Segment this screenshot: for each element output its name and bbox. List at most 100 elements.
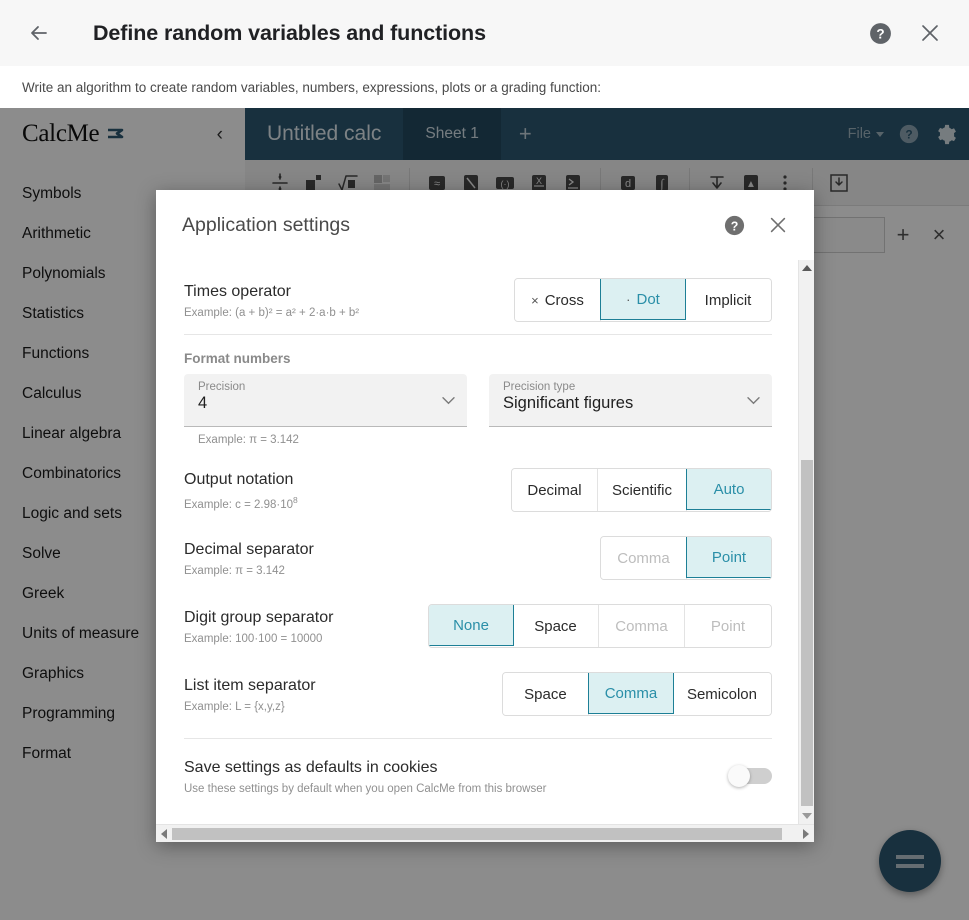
digit-group-separator-option-none[interactable]: None [429,605,514,646]
example-text: Example: c = 2.98·10 [184,498,293,511]
decimal-separator-option-point[interactable]: Point [686,537,771,578]
help-circle-icon[interactable]: ? [722,213,746,237]
back-arrow-icon[interactable] [22,16,56,50]
setting-label: Output notation [184,471,294,489]
option-label: Implicit [704,291,752,309]
option-label: Dot [636,290,660,308]
sidebar-item-label: Format [22,745,72,762]
sidebar-item-label: Programming [22,705,116,722]
option-label: Scientific [611,481,672,499]
output-notation-option-auto[interactable]: Auto [686,469,771,510]
scroll-left-arrow-icon[interactable] [156,828,172,839]
scroll-down-arrow-icon[interactable] [799,808,814,824]
help-circle-icon[interactable]: ? [898,123,920,145]
precision-dropdown-value: 4 [198,394,208,412]
dialog-body: Times operator Example: (a + b)² = a² + … [156,260,814,824]
setting-label: Times operator [184,283,291,301]
duplicate-icon[interactable] [823,166,857,200]
output-notation-option-decimal[interactable]: Decimal [511,469,598,511]
sidebar-item-label: Functions [22,345,90,362]
dialog-title: Application settings [182,213,351,236]
list-item-separator-option-comma[interactable]: Comma [587,673,674,714]
dialog-header: Application settings ? [156,190,814,260]
option-label: Space [534,617,577,635]
precision-type-dropdown[interactable]: Precision type Significant figures [489,374,772,427]
times-operator-segmented-control: × Cross · Dot Implicit [514,278,772,322]
sidebar-collapse-icon[interactable]: ‹ [217,125,223,144]
option-label: Decimal [527,481,582,499]
list-item-separator-option-semicolon[interactable]: Semicolon [672,673,771,715]
brand-label: CalcMe [22,120,100,147]
evaluate-fab-button[interactable] [879,830,941,892]
sidebar-item-label: Polynomials [22,265,106,282]
topbar-actions: File ? [848,123,969,146]
setting-output-notation: Output notation Example: c = 2.98·108 De… [184,456,772,524]
help-circle-icon[interactable]: ? [867,20,893,46]
horizontal-scrollbar-thumb[interactable] [172,828,782,840]
scroll-right-arrow-icon[interactable] [798,828,814,839]
dialog-scroll-area: Times operator Example: (a + b)² = a² + … [156,260,798,824]
setting-text: Output notation Example: c = 2.98·108 [184,469,511,510]
chevron-down-icon [876,131,884,137]
sidebar-item-label: Symbols [22,185,82,202]
file-menu-label: File [847,126,871,142]
svg-text:?: ? [730,219,738,233]
vertical-scrollbar-thumb[interactable] [801,460,813,806]
add-sheet-icon[interactable]: + [501,108,550,160]
tab-untitled-calc[interactable]: Untitled calc [245,108,404,160]
tab-label: Untitled calc [267,122,382,145]
page-header-actions: ? [867,20,943,46]
setting-text: List item separator Example: L = {x,y,z} [184,675,502,713]
sidebar-item-label: Combinatorics [22,465,122,482]
option-label: Semicolon [686,685,757,703]
sidebar-item-label: Calculus [22,385,82,402]
dialog-vertical-scrollbar[interactable] [798,260,814,824]
sidebar-item-label: Arithmetic [22,225,91,242]
add-row-icon[interactable]: + [885,217,921,253]
svg-text:(·): (·) [501,179,510,189]
example-exponent: 8 [293,494,298,505]
setting-text: Times operator Example: (a + b)² = a² + … [184,281,514,319]
dialog-header-actions: ? [722,213,790,237]
toolbar-group-duplicate [823,160,857,206]
scroll-up-arrow-icon[interactable] [799,260,814,276]
setting-text: Save settings as defaults in cookies Use… [184,757,730,795]
setting-save-cookies: Save settings as defaults in cookies Use… [184,739,772,805]
cross-symbol-icon: × [531,292,539,308]
chevron-down-icon [442,394,455,408]
sidebar-item-label: Solve [22,545,61,562]
save-cookies-toggle[interactable] [728,764,772,787]
setting-text: Decimal separator Example: π = 3.142 [184,539,600,577]
remove-row-icon[interactable]: × [921,217,957,253]
list-item-separator-option-space[interactable]: Space [502,673,589,715]
digit-group-separator-option-space[interactable]: Space [513,605,599,647]
gear-icon[interactable] [934,123,957,146]
sidebar-item-label: Greek [22,585,65,602]
setting-label: Digit group separator [184,609,334,627]
output-notation-option-scientific[interactable]: Scientific [597,469,687,511]
precision-type-dropdown-value: Significant figures [503,394,634,412]
digit-group-separator-option-point: Point [685,605,771,647]
times-operator-option-cross[interactable]: × Cross [515,279,601,321]
times-operator-option-implicit[interactable]: Implicit [685,279,771,321]
file-menu-button[interactable]: File [848,126,884,142]
page-title: Define random variables and functions [93,20,486,45]
sidebar-item-label: Logic and sets [22,505,122,522]
dialog-horizontal-scrollbar[interactable] [156,824,814,842]
equals-icon [896,854,924,868]
setting-example: Example: c = 2.98·108 [184,495,511,511]
setting-times-operator: Times operator Example: (a + b)² = a² + … [184,260,772,334]
page-subtitle: Write an algorithm to create random vari… [22,79,602,95]
close-icon[interactable] [917,20,943,46]
tab-label: Sheet 1 [425,125,479,142]
close-icon[interactable] [766,213,790,237]
precision-dropdown[interactable]: Precision 4 [184,374,467,427]
times-operator-option-dot[interactable]: · Dot [600,279,686,320]
sidebar-item-label: Units of measure [22,625,140,642]
tab-sheet-1[interactable]: Sheet 1 [403,108,501,160]
sidebar-item-label: Linear algebra [22,425,122,442]
format-numbers-dropdowns: Precision 4 Precision type Significant f… [184,370,772,427]
decimal-separator-option-comma: Comma [601,537,687,579]
setting-example: Example: L = {x,y,z} [184,700,285,713]
svg-text:?: ? [876,26,884,41]
